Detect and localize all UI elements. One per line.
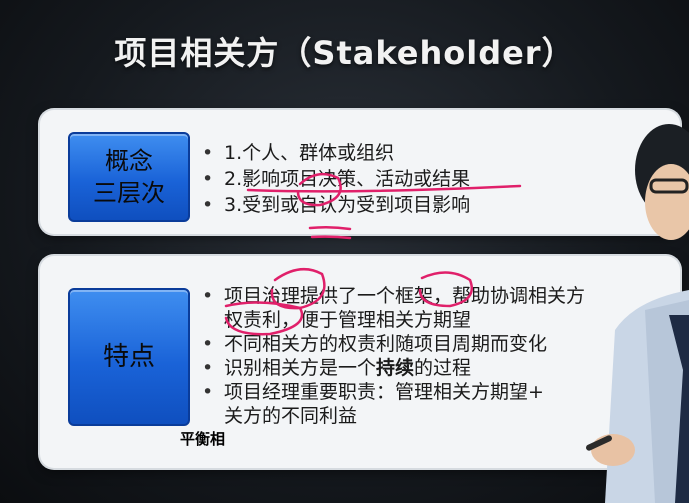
subtitle-caption: 平衡相 xyxy=(180,430,226,448)
concept-item: 1.个人、群体或组织 xyxy=(198,140,470,166)
feature-item-continuation: 关方的不同利益 xyxy=(224,405,358,427)
concept-item: 2.影响项目决策、活动或结果 xyxy=(198,166,470,192)
slide-title: 项目相关方（Stakeholder） xyxy=(114,34,575,72)
concept-tag-line2: 三层次 xyxy=(93,179,165,207)
feature-item: 项目治理提供了一个框架，帮助协调相关方 xyxy=(198,284,585,308)
presenter-figure-icon xyxy=(585,110,689,503)
concept-item: 3.受到或自认为受到项目影响 xyxy=(198,192,470,218)
concept-list: 1.个人、群体或组织 2.影响项目决策、活动或结果 3.受到或自认为受到项目影响 xyxy=(198,140,470,218)
feature-item-continuation: 权责利，便于管理相关方期望 xyxy=(224,309,472,331)
features-list: 项目治理提供了一个框架，帮助协调相关方 权责利，便于管理相关方期望 不同相关方的… xyxy=(198,284,585,428)
feature-item-text: 项目治理提供了一个框架，帮助协调相关方 xyxy=(224,285,586,307)
feature-item-emphasis: 持续 xyxy=(376,357,415,379)
concept-tag: 概念 三层次 xyxy=(68,132,190,222)
feature-item-tail: 的过程 xyxy=(414,357,472,379)
features-tag-label: 特点 xyxy=(102,342,155,372)
feature-item-text: 识别相关方是一个 xyxy=(224,357,377,379)
feature-item: 项目经理重要职责：管理相关方期望+ xyxy=(198,380,585,404)
concept-tag-line1: 概念 xyxy=(105,147,153,175)
features-card: 特点 项目治理提供了一个框架，帮助协调相关方 权责利，便于管理相关方期望 不同相… xyxy=(40,256,680,468)
features-tag: 特点 xyxy=(68,288,190,426)
feature-item: 不同相关方的权责利随项目周期而变化 xyxy=(198,332,585,356)
concept-card: 概念 三层次 1.个人、群体或组织 2.影响项目决策、活动或结果 3.受到或自认… xyxy=(40,110,680,234)
feature-item: 识别相关方是一个持续的过程 xyxy=(198,356,585,380)
